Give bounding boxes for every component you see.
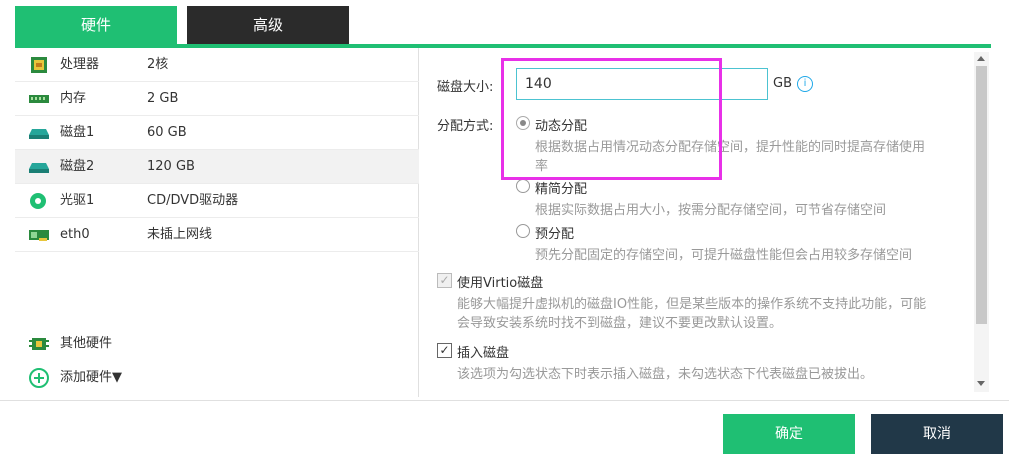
hardware-item-memory[interactable]: 内存 2 GB xyxy=(15,82,419,116)
disk-size-unit: GB xyxy=(773,76,792,91)
hardware-value: 未插上网线 xyxy=(147,227,213,242)
hardware-list: 处理器 2核 内存 2 GB 磁盘1 60 GB 磁盘2 120 GB 光驱1 … xyxy=(15,48,419,397)
other-hardware-label: 其他硬件 xyxy=(60,336,113,351)
cancel-button[interactable]: 取消 xyxy=(871,414,1003,454)
radio-dynamic[interactable] xyxy=(516,116,530,130)
hardware-name: eth0 xyxy=(60,227,90,242)
virtio-checkbox[interactable]: ✓ xyxy=(437,273,452,288)
hardware-name: 处理器 xyxy=(60,57,100,72)
alloc-mode-label: 分配方式: xyxy=(437,119,494,134)
hardware-value: CD/DVD驱动器 xyxy=(147,193,239,208)
hardware-name: 光驱1 xyxy=(60,193,95,208)
hardware-item-disk1[interactable]: 磁盘1 60 GB xyxy=(15,116,419,150)
scroll-up-arrow-icon[interactable] xyxy=(977,56,985,61)
option-dynamic-desc-cont: 率 xyxy=(535,159,549,174)
option-dynamic-label: 动态分配 xyxy=(535,119,588,134)
cpu-icon xyxy=(31,57,47,73)
hardware-value: 120 GB xyxy=(147,159,195,174)
virtio-desc: 能够大幅提升虚拟机的磁盘IO性能，但是某些版本的操作系统不支持此功能，可能 xyxy=(457,297,927,312)
option-thin-desc: 根据实际数据占用大小，按需分配存储空间，可节省存储空间 xyxy=(535,203,887,218)
option-thin-label: 精简分配 xyxy=(535,182,588,197)
hardware-value: 60 GB xyxy=(147,125,187,140)
network-icon xyxy=(29,230,49,241)
plus-circle-icon xyxy=(29,368,49,388)
insert-disk-desc: 该选项为勾选状态下时表示插入磁盘，未勾选状态下代表磁盘已被拔出。 xyxy=(457,367,874,382)
hardware-value: 2核 xyxy=(147,57,169,72)
option-dynamic-desc: 根据数据占用情况动态分配存储空间，提升性能的同时提高存储使用 xyxy=(535,140,926,155)
hardware-item-eth0[interactable]: eth0 未插上网线 xyxy=(15,218,419,252)
other-hardware[interactable]: 其他硬件 xyxy=(15,329,315,359)
hardware-name: 磁盘1 xyxy=(60,125,95,140)
option-prealloc-label: 预分配 xyxy=(535,227,575,242)
ok-button[interactable]: 确定 xyxy=(723,414,855,454)
disk-icon xyxy=(29,163,49,173)
hardware-item-disk2[interactable]: 磁盘2 120 GB xyxy=(15,150,419,184)
scroll-down-arrow-icon[interactable] xyxy=(977,381,985,386)
option-prealloc-desc: 预先分配固定的存储空间，可提升磁盘性能但会占用较多存储空间 xyxy=(535,248,913,263)
cdrom-icon xyxy=(30,193,46,209)
add-hardware-button[interactable]: 添加硬件▼ xyxy=(15,363,315,393)
scroll-thumb[interactable] xyxy=(976,66,987,324)
radio-prealloc[interactable] xyxy=(516,224,530,238)
virtio-label: 使用Virtio磁盘 xyxy=(457,276,544,291)
insert-disk-checkbox[interactable]: ✓ xyxy=(437,343,452,358)
tab-hardware[interactable]: 硬件 xyxy=(15,6,177,44)
hardware-item-cdrom[interactable]: 光驱1 CD/DVD驱动器 xyxy=(15,184,419,218)
scrollbar[interactable] xyxy=(974,52,989,392)
hardware-value: 2 GB xyxy=(147,91,179,106)
insert-disk-label: 插入磁盘 xyxy=(457,346,510,361)
hardware-name: 内存 xyxy=(60,91,87,106)
radio-thin[interactable] xyxy=(516,179,530,193)
virtio-desc-cont: 会导致安装系统时找不到磁盘，建议不要更改默认设置。 xyxy=(457,316,783,331)
disk-icon xyxy=(29,129,49,139)
memory-icon xyxy=(29,95,49,103)
chip-icon xyxy=(29,338,49,350)
disk-settings-panel: 磁盘大小: GB i 分配方式: 动态分配 根据数据占用情况动态分配存储空间，提… xyxy=(420,48,992,397)
disk-size-input[interactable] xyxy=(516,68,768,100)
dialog-footer: 确定 取消 xyxy=(0,400,1009,460)
tab-advanced[interactable]: 高级 xyxy=(187,6,349,44)
hardware-item-cpu[interactable]: 处理器 2核 xyxy=(15,48,419,82)
disk-size-label: 磁盘大小: xyxy=(437,80,494,95)
info-icon[interactable]: i xyxy=(797,76,813,92)
add-hardware-label: 添加硬件▼ xyxy=(60,370,122,385)
hardware-name: 磁盘2 xyxy=(60,159,95,174)
